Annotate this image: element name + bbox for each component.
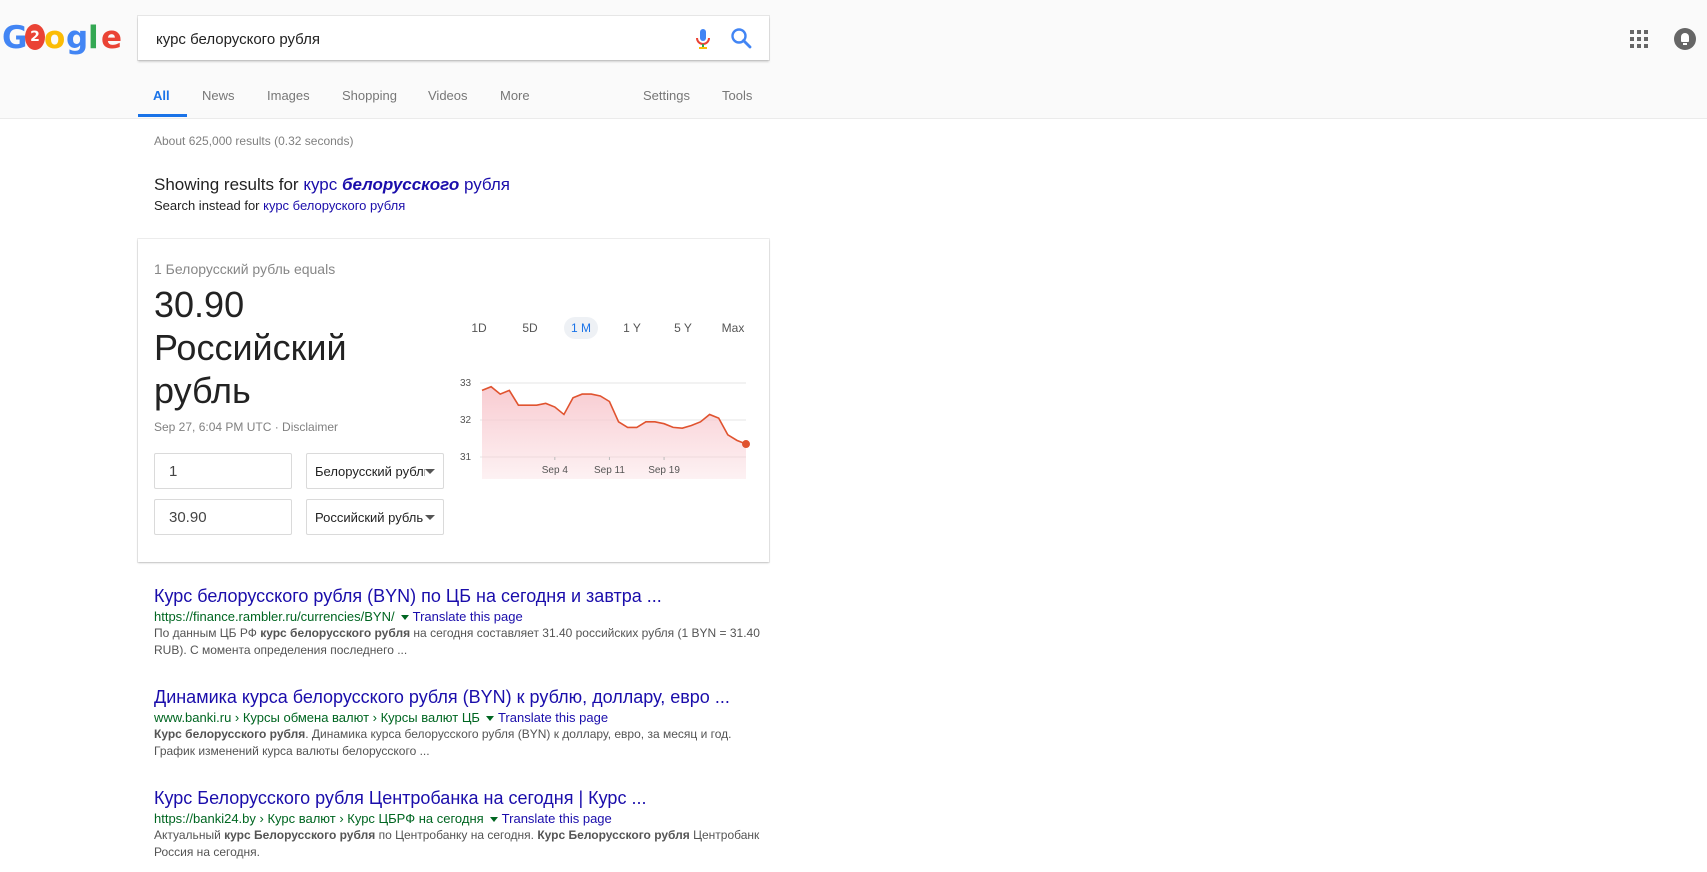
to-currency-select[interactable]: Российский рубль (306, 499, 444, 535)
updated-time: Sep 27, 6:04 PM UTC · Disclaimer (154, 420, 339, 434)
cite-dropdown-icon[interactable] (400, 615, 409, 620)
result-title-link[interactable]: Динамика курса белорусского рубля (BYN) … (154, 687, 774, 708)
result-url: www.banki.ru › Курсы обмена валют › Курс… (154, 710, 480, 725)
equals-label: 1 Белорусский рубль equals (154, 261, 336, 277)
tab-shopping[interactable]: Shopping (342, 88, 397, 103)
search-result: Курс Белорусского рубля Центробанка на с… (154, 788, 774, 861)
cite-dropdown-icon[interactable] (485, 716, 494, 721)
y-tick-label: 32 (460, 415, 472, 426)
result-snippet: Курс белорусского рубля. Динамика курса … (154, 727, 732, 758)
result-snippet: Актуальный курс Белорусского рубля по Це… (154, 828, 760, 859)
y-tick-label: 31 (460, 452, 472, 463)
result-title-link[interactable]: Курс Белорусского рубля Центробанка на с… (154, 788, 774, 809)
dropdown-arrow-icon (425, 469, 435, 474)
currency-converter-card: 1 Белорусский рубль equals 30.90 Российс… (138, 239, 769, 562)
result-url: https://banki24.by › Курс валют › Курс Ц… (154, 811, 484, 826)
logo-letter: o (44, 20, 66, 56)
to-currency-value: Российский рубль (315, 510, 424, 525)
google-doodle-logo[interactable]: G 2 o g l e (2, 20, 123, 56)
search-instead: Search instead for курс белоруского рубл… (154, 198, 405, 213)
result-url: https://finance.rambler.ru/currencies/BY… (154, 609, 395, 624)
result-stats: About 625,000 results (0.32 seconds) (154, 134, 354, 148)
range-1d[interactable]: 1D (464, 317, 494, 339)
search-result: Курс белорусского рубля (BYN) по ЦБ на с… (154, 586, 774, 659)
showing-prefix: Showing results for (154, 175, 299, 194)
range-1m[interactable]: 1 M (564, 317, 598, 339)
instead-prefix: Search instead for (154, 198, 260, 213)
x-tick-label: Sep 4 (542, 465, 569, 476)
translate-link[interactable]: Translate this page (413, 609, 523, 624)
translate-link[interactable]: Translate this page (498, 710, 608, 725)
tab-news[interactable]: News (202, 88, 235, 103)
exchange-rate-chart: 33 32 31 Sep 4 Sep 11 Sep 19 (460, 378, 750, 479)
x-tick-label: Sep 19 (648, 465, 680, 476)
dropdown-arrow-icon (425, 515, 435, 520)
showing-results-for: Showing results for курс белорусского ру… (154, 175, 510, 195)
tab-settings[interactable]: Settings (643, 88, 690, 103)
to-amount-input[interactable] (167, 508, 281, 527)
tab-more[interactable]: More (500, 88, 530, 103)
active-tab-indicator (138, 114, 187, 117)
from-currency-value: Белорусский рубль (315, 464, 425, 479)
search-input[interactable] (154, 26, 678, 52)
range-5d[interactable]: 5D (515, 317, 545, 339)
cite-dropdown-icon[interactable] (489, 817, 498, 822)
result-cite: https://finance.rambler.ru/currencies/BY… (154, 609, 774, 624)
range-1y[interactable]: 1 Y (617, 317, 647, 339)
logo-letter: G (2, 20, 28, 56)
logo-balloon: 2 (25, 24, 45, 50)
result-cite: https://banki24.by › Курс валют › Курс Ц… (154, 811, 774, 826)
last-point-marker (742, 440, 750, 449)
header: G 2 o g l e All News Images Shopping Vid… (0, 0, 1707, 119)
logo-letter: e (101, 20, 123, 56)
logo-letter: l (88, 20, 99, 56)
range-max[interactable]: Max (716, 317, 750, 339)
original-query-link[interactable]: курс белоруского рубля (263, 198, 405, 213)
tab-all[interactable]: All (153, 88, 170, 103)
from-amount-field (154, 453, 292, 489)
result-cite: www.banki.ru › Курсы обмена валют › Курс… (154, 710, 774, 725)
search-box (138, 16, 769, 60)
tab-videos[interactable]: Videos (428, 88, 468, 103)
bell-icon[interactable] (1674, 28, 1696, 50)
apps-grid-icon[interactable] (1630, 30, 1648, 48)
to-amount-field (154, 499, 292, 535)
corrected-query-link[interactable]: курс белорусского рубля (303, 175, 510, 194)
x-tick-label: Sep 11 (594, 465, 625, 476)
converted-value: 30.90 Российский рубль (154, 284, 347, 411)
from-amount-input[interactable] (167, 462, 281, 481)
result-title-link[interactable]: Курс белорусского рубля (BYN) по ЦБ на с… (154, 586, 774, 607)
result-snippet: По данным ЦБ РФ курс белорусского рубля … (154, 626, 760, 657)
logo-letter: g (66, 20, 89, 56)
tab-tools[interactable]: Tools (722, 88, 752, 103)
from-currency-select[interactable]: Белорусский рубль (306, 453, 444, 489)
range-5y[interactable]: 5 Y (668, 317, 698, 339)
translate-link[interactable]: Translate this page (502, 811, 612, 826)
y-tick-label: 33 (460, 378, 472, 389)
search-icon[interactable] (730, 27, 752, 49)
microphone-icon[interactable] (694, 28, 712, 50)
tab-images[interactable]: Images (267, 88, 310, 103)
search-result: Динамика курса белорусского рубля (BYN) … (154, 687, 774, 760)
